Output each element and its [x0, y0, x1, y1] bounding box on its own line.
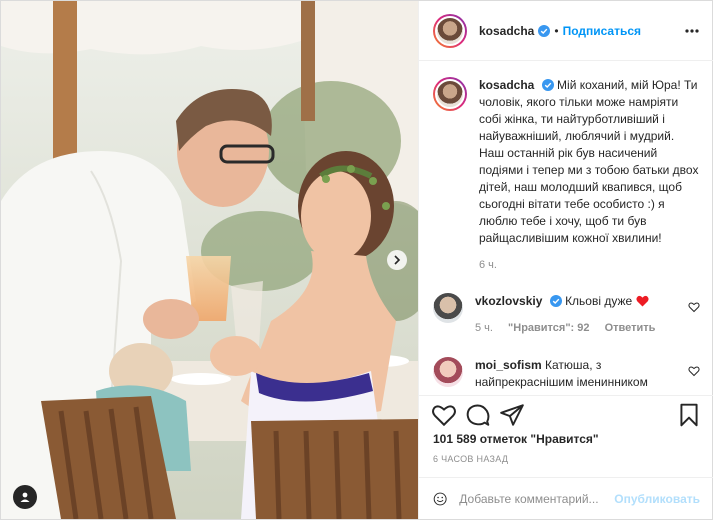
- action-icons: [431, 402, 702, 432]
- reply-button[interactable]: Ответить: [605, 322, 656, 334]
- comment-input[interactable]: [459, 492, 615, 506]
- comment-avatar[interactable]: [433, 357, 463, 387]
- header-separator: •: [554, 23, 559, 38]
- avatar: [435, 79, 465, 109]
- comment-username[interactable]: vkozlovskiy: [475, 294, 542, 308]
- post-photo[interactable]: [1, 1, 418, 519]
- share-icon[interactable]: [499, 402, 525, 428]
- comment-like-heart-icon[interactable]: [688, 365, 700, 377]
- heart-icon[interactable]: [431, 402, 457, 428]
- caption-text: Мій коханий, мій Юра! Ти чоловік, якого …: [479, 78, 699, 245]
- red-heart-emoji-icon: [635, 295, 649, 307]
- caption-avatar[interactable]: [433, 77, 467, 111]
- comment-avatar[interactable]: [433, 293, 463, 323]
- comment-item: moi_sofism Катюша, з найпрекраснішим іме…: [433, 357, 700, 395]
- caption-time[interactable]: 6 ч.: [479, 259, 497, 271]
- comment-username[interactable]: moi_sofism: [475, 358, 542, 372]
- comment-likes[interactable]: "Нравится": 92: [508, 322, 589, 334]
- follow-button[interactable]: Подписаться: [563, 24, 641, 38]
- user-tags-button[interactable]: [13, 485, 37, 509]
- post-actions: 101 589 отметок "Нравится" 6 ЧАСОВ НАЗАД…: [419, 395, 713, 519]
- post-timestamp[interactable]: 6 ЧАСОВ НАЗАД: [433, 454, 508, 464]
- bookmark-icon[interactable]: [676, 402, 702, 428]
- comment-text: Кльові дуже: [565, 294, 633, 308]
- post-header: kosadcha • Подписаться: [419, 1, 713, 61]
- photo-illustration: [1, 1, 418, 519]
- emoji-icon[interactable]: [433, 488, 447, 510]
- more-horizontal-icon[interactable]: [684, 23, 700, 39]
- publish-button[interactable]: Опубликовать: [614, 492, 700, 506]
- avatar: [435, 15, 465, 46]
- comment-icon[interactable]: [465, 402, 491, 428]
- comment-item: vkozlovskiy Кльові дуже 5 ч. "Нравится":…: [433, 293, 700, 353]
- comment-time[interactable]: 5 ч.: [475, 322, 493, 334]
- caption-body: kosadcha Мій коханий, мій Юра! Ти чолові…: [479, 77, 700, 281]
- instagram-post: kosadcha • Подписаться kosadcha Мій коха…: [0, 0, 713, 520]
- next-photo-button[interactable]: [387, 250, 407, 270]
- caption-meta: 6 ч.: [479, 257, 700, 274]
- author-username[interactable]: kosadcha: [479, 24, 534, 38]
- comment-body: vkozlovskiy Кльові дуже 5 ч. "Нравится":…: [475, 293, 691, 353]
- likes-count[interactable]: 101 589 отметок "Нравится": [433, 432, 599, 446]
- user-tag-icon: [20, 492, 30, 502]
- caption-username[interactable]: kosadcha: [479, 78, 534, 92]
- comment-body: moi_sofism Катюша, з найпрекраснішим іме…: [475, 357, 700, 395]
- comment-meta: 5 ч. "Нравится": 92 Ответить: [475, 320, 667, 337]
- verified-badge-icon: [541, 79, 554, 91]
- chevron-right-icon: [394, 255, 401, 265]
- author-avatar[interactable]: [433, 13, 467, 48]
- post-sidebar: kosadcha • Подписаться kosadcha Мій коха…: [418, 1, 713, 519]
- add-comment-form: Опубликовать: [419, 477, 713, 520]
- verified-badge-icon: [538, 24, 551, 37]
- comments-list[interactable]: kosadcha Мій коханий, мій Юра! Ти чолові…: [419, 61, 713, 395]
- comment-like-heart-icon[interactable]: [688, 301, 700, 313]
- verified-badge-icon: [549, 295, 562, 307]
- caption: kosadcha Мій коханий, мій Юра! Ти чолові…: [433, 77, 700, 281]
